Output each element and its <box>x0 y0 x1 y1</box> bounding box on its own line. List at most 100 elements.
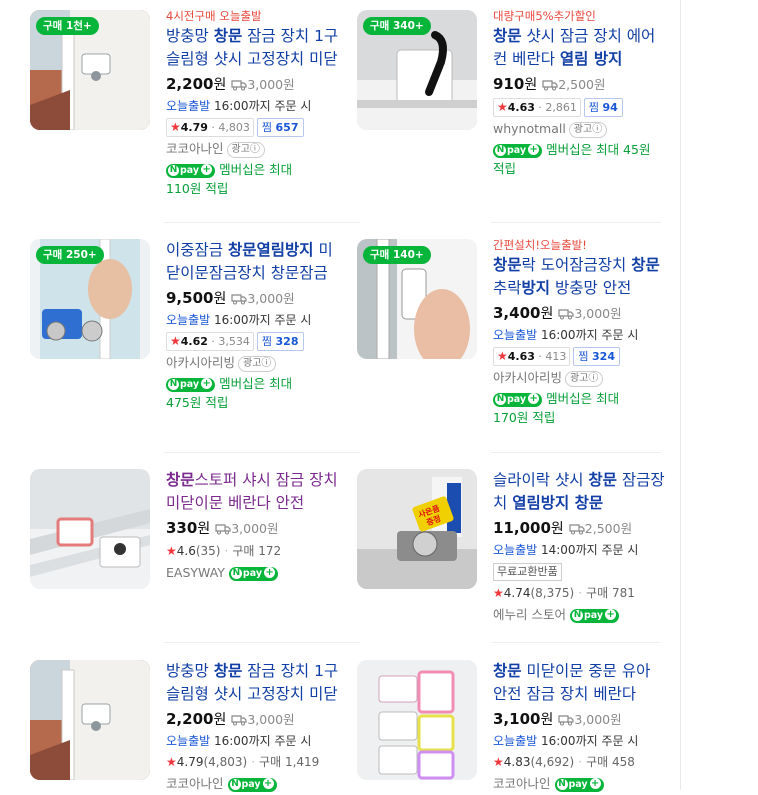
title-keyword: 창문열림방지 <box>227 241 314 259</box>
npay-plus-icon: Npay + <box>166 377 216 392</box>
price-row: 9,500원 3,000원 <box>166 286 342 310</box>
rating-row: ★4.79(4,803) · 구매 1,419 <box>166 751 342 773</box>
product-title-link[interactable]: 창문스토퍼 샤시 잠금 장치 미닫이문 베란다 안전 <box>166 469 342 515</box>
rating-box[interactable]: ★4.62 · 3,534 <box>166 332 254 351</box>
delivery-info: 오늘출발 16:00까지 주문 시 <box>166 310 342 330</box>
price-value: 3,100 <box>493 710 541 728</box>
product-title-link[interactable]: 슬라이락 샷시 창문 잠금장치 열림방지 창문 <box>493 469 669 515</box>
npay-points: Npay + 멤버십은 최대 170원 적립 <box>493 389 669 427</box>
product-title-link[interactable]: 방충망 창문 잠금 장치 1구 슬림형 샷시 고정장치 미닫이문 <box>166 25 342 71</box>
product-title-link[interactable]: 방충망 창문 잠금 장치 1구 슬림형 샷시 고정장치 미닫이문 <box>166 660 342 706</box>
seller-name-link[interactable]: 아카시아리빙 <box>166 355 235 370</box>
seller-name-link[interactable]: whynotmall <box>493 121 566 136</box>
ad-info-icon[interactable]: 광고ⓘ <box>565 371 604 387</box>
dispatch-cutoff: 16:00까지 주문 시 <box>210 313 312 327</box>
plus-icon: + <box>528 143 540 155</box>
rating-row: ★4.63 · 2,861 찜 94 <box>493 96 669 118</box>
wishlist-count[interactable]: 찜 324 <box>573 347 620 366</box>
product-title-link[interactable]: 창문 미닫이문 중문 유아 안전 잠금 장치 베란다 <box>493 660 669 706</box>
title-keyword: 창문 <box>493 662 522 680</box>
purchase-label: 구매 <box>586 586 609 600</box>
star-icon: ★ <box>497 349 508 363</box>
product-card[interactable]: 사은품 증정 슬라이락 샷시 창문 잠금장치 열림방지 창문 11,000원 2,5… <box>357 469 665 669</box>
product-thumbnail[interactable] <box>30 469 150 589</box>
title-keyword: 열림 방지 <box>559 50 623 68</box>
npay-points: Npay + 멤버십은 최대 45원 적립 <box>493 140 669 178</box>
product-card[interactable]: 창문스토퍼 샤시 잠금 장치 미닫이문 베란다 안전 330원 3,000원 ★4.6… <box>30 469 338 669</box>
title-keyword: 창문 <box>493 256 522 274</box>
product-card[interactable]: 창문 미닫이문 중문 유아 안전 잠금 장치 베란다 3,100원 3,000원 오늘… <box>357 660 657 792</box>
title-text: 방충망 <box>166 662 214 680</box>
seller-name-link[interactable]: 아카시아리빙 <box>493 370 562 385</box>
seller-row: 코코아나인 광고ⓘ <box>166 138 342 160</box>
product-info: 슬라이락 샷시 창문 잠금장치 열림방지 창문 11,000원 2,500원 오늘출발… <box>493 469 669 626</box>
product-thumbnail[interactable]: 구매 140+ <box>357 239 477 359</box>
plus-icon: + <box>528 392 540 404</box>
tag-row: 무료교환반품 <box>493 560 669 582</box>
npay-n-icon: N <box>495 144 506 156</box>
product-thumbnail[interactable] <box>357 660 477 780</box>
truck-icon <box>542 74 558 91</box>
title-text: 슬라이락 샷시 <box>493 471 589 489</box>
shipping-fee: 3,000원 <box>231 521 279 536</box>
product-card[interactable]: 구매 340+ 대량구매5%추가할인 창문 샷시 잠금 장치 에어컨 베란다 열림 … <box>357 9 657 210</box>
point-amount: 110원 적립 <box>166 181 229 196</box>
price-unit: 원 <box>550 521 564 537</box>
rating-score: 4.6 <box>176 544 196 558</box>
product-title-link[interactable]: 창문 샷시 잠금 장치 에어컨 베란다 열림 방지 <box>493 25 669 71</box>
wishlist-count[interactable]: 찜 657 <box>256 118 304 137</box>
npay-n-icon: N <box>571 609 583 621</box>
ad-info-icon[interactable]: 광고ⓘ <box>226 142 265 158</box>
truck-icon <box>569 518 585 535</box>
wishlist-count[interactable]: 찜 94 <box>583 98 623 117</box>
seller-name-link[interactable]: 에누리 스토어 <box>493 607 566 622</box>
product-thumbnail[interactable]: 구매 1천+ <box>30 10 150 130</box>
price-unit: 원 <box>197 521 211 537</box>
product-card[interactable]: 방충망 창문 잠금 장치 1구 슬림형 샷시 고정장치 미닫이문2,200원3,… <box>30 660 338 792</box>
npay-label: pay <box>180 378 200 390</box>
product-card[interactable]: 구매 140+ 간편설치!오늘출발! 창문락 도어잠금장치 창문추락방지 방충망 안… <box>357 238 660 439</box>
product-title-link[interactable]: 창문락 도어잠금장치 창문추락방지 방충망 안전 <box>493 254 669 300</box>
seller-name-link[interactable]: 코코아나인 <box>493 776 551 791</box>
price-unit: 원 <box>213 712 227 728</box>
npay-points: Npay + 멤버십은 최대 110원 적립 <box>166 160 342 198</box>
product-thumbnail[interactable]: 사은품 증정 <box>357 469 477 589</box>
wishlist-value: 94 <box>602 101 618 114</box>
dispatch-cutoff: 16:00까지 주문 시 <box>210 734 312 748</box>
seller-name-link[interactable]: 코코아나인 <box>166 141 224 156</box>
product-thumbnail[interactable]: 구매 250+ <box>30 239 150 359</box>
seller-name-link[interactable]: EASYWAY <box>166 565 225 580</box>
ad-info-icon[interactable]: 광고ⓘ <box>568 122 608 138</box>
rating-box[interactable]: ★4.79 · 4,803 <box>166 118 254 137</box>
review-count: (4,692) <box>530 755 575 769</box>
product-card[interactable]: 구매 250+이중잠금 창문열림방지 미닫이문잠금장치 창문잠금장치9,500원… <box>30 239 333 439</box>
today-dispatch-label: 오늘출발 <box>166 99 211 113</box>
seller-name-link[interactable]: 코코아나인 <box>166 776 224 791</box>
rating-row: ★4.74(8,375) · 구매 781 <box>493 582 669 604</box>
shipping-fee: 3,000원 <box>247 291 295 306</box>
price-unit: 원 <box>213 291 227 307</box>
product-card[interactable]: 구매 1천+ 4시전구매 오늘출발 방충망 창문 잠금 장치 1구 슬림형 샷시 고… <box>30 9 338 210</box>
wishlist-count[interactable]: 찜 328 <box>256 332 304 351</box>
rating-score: 4.79 <box>176 755 204 769</box>
product-thumbnail[interactable]: 구매 340+ <box>357 10 477 130</box>
rating-box[interactable]: ★4.63 · 413 <box>493 347 571 366</box>
promo-text: 간편설치!오늘출발! <box>493 238 587 252</box>
ad-info-icon[interactable]: 광고ⓘ <box>238 356 277 372</box>
npay-gap <box>551 776 555 791</box>
star-icon: ★ <box>170 334 181 348</box>
purchase-label: 구매 <box>259 755 282 769</box>
product-thumbnail[interactable] <box>30 660 150 780</box>
price-value: 2,200 <box>166 75 214 93</box>
purchase-count-badge: 구매 140+ <box>363 246 431 264</box>
product-title-link[interactable]: 이중잠금 창문열림방지 미닫이문잠금장치 창문잠금장치 <box>166 239 342 285</box>
seller-row: EASYWAY Npay + <box>166 562 342 584</box>
npay-plus-icon: Npay + <box>493 143 543 158</box>
npay-label: pay <box>568 778 588 790</box>
truck-icon <box>558 709 574 726</box>
npay-label: pay <box>583 609 604 621</box>
npay-plus-icon: Npay + <box>227 777 277 792</box>
rating-box[interactable]: ★4.63 · 2,861 <box>493 98 581 117</box>
price-value: 2,200 <box>166 710 214 728</box>
free-return-tag: 무료교환반품 <box>493 563 562 581</box>
